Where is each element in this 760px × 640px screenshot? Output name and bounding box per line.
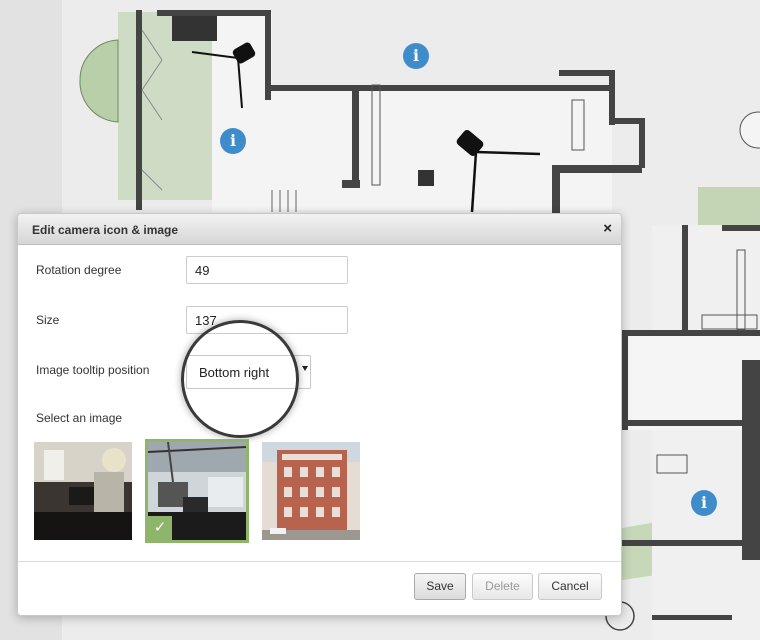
footer-divider xyxy=(18,561,621,562)
tooltip-position-label: Image tooltip position xyxy=(36,363,150,377)
info-icon[interactable]: i xyxy=(220,128,246,154)
delete-button[interactable]: Delete xyxy=(472,573,533,600)
chevron-down-icon xyxy=(302,366,308,371)
info-icon[interactable]: i xyxy=(403,43,429,69)
rotation-input[interactable] xyxy=(186,256,348,284)
save-button[interactable]: Save xyxy=(414,573,466,600)
info-icon[interactable]: i xyxy=(691,490,717,516)
image-thumbnail[interactable] xyxy=(34,442,132,540)
select-image-label: Select an image xyxy=(36,411,123,425)
image-thumbnail[interactable]: ✓ xyxy=(145,439,249,543)
close-icon[interactable]: × xyxy=(603,220,612,237)
building-exterior-image xyxy=(262,442,360,540)
rotation-label: Rotation degree xyxy=(36,263,122,277)
dialog-title: Edit camera icon & image xyxy=(32,223,179,237)
edit-camera-dialog: Edit camera icon & image × Rotation degr… xyxy=(17,213,622,616)
image-thumbnail[interactable] xyxy=(262,442,360,540)
interior-dining-image xyxy=(34,442,132,540)
zoom-lens xyxy=(181,320,299,438)
check-icon: ✓ xyxy=(148,516,172,540)
dialog-header: Edit camera icon & image × xyxy=(18,214,621,245)
size-label: Size xyxy=(36,313,60,327)
cancel-button[interactable]: Cancel xyxy=(538,573,602,600)
